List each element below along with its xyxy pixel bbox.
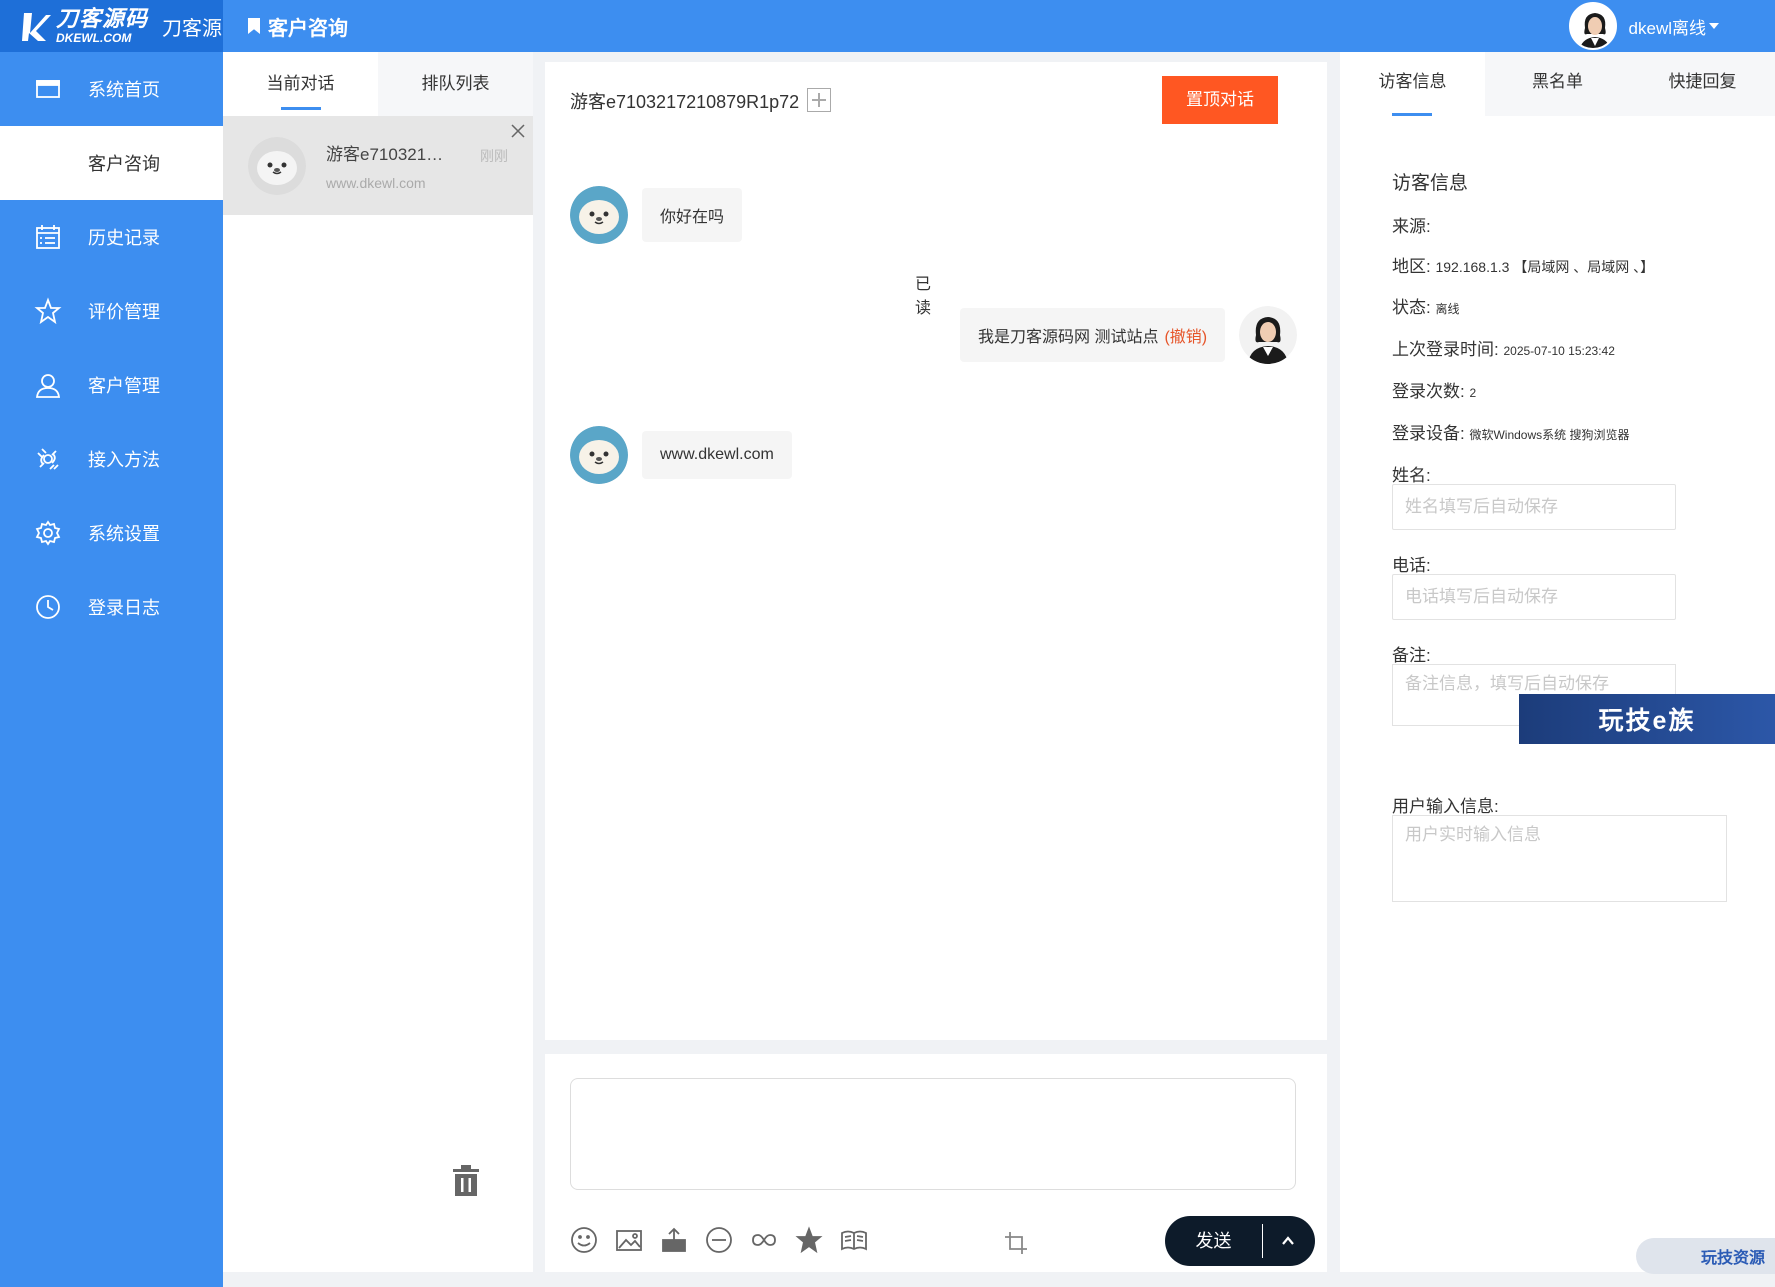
user-menu[interactable]: dkewl离线 <box>1568 0 1719 52</box>
pin-conversation-button[interactable]: 置顶对话 <box>1162 76 1278 124</box>
page-title: 客户咨询 <box>248 0 348 52</box>
visitor-info-panel: 访客信息 黑名单 快捷回复 访客信息 来源: 地区: 192.168.1.3 【… <box>1340 52 1775 1272</box>
watermark-corner: 玩技资源 <box>1636 1238 1775 1274</box>
last-login-row: 上次登录时间: 2025-07-10 15:23:42 <box>1392 340 1615 359</box>
message-bubble: 你好在吗 <box>642 188 743 242</box>
agent-avatar <box>1239 306 1298 364</box>
window-icon <box>34 75 62 103</box>
message-bubble: www.dkewl.com <box>642 431 792 479</box>
clock-icon <box>34 593 62 621</box>
block-icon[interactable] <box>705 1226 733 1254</box>
sidebar-item-integration[interactable]: 接入方法 <box>0 422 223 496</box>
emoji-icon[interactable] <box>570 1226 598 1254</box>
sidebar-item-consult[interactable]: 客户咨询 <box>0 126 223 200</box>
phone-field[interactable] <box>1392 574 1676 620</box>
user-icon <box>34 371 62 399</box>
message-bubble: 我是刀客源码网 测试站点 (撤销) <box>960 308 1226 362</box>
logo-brand: 刀客源 <box>162 17 223 40</box>
crop-icon[interactable] <box>1003 1230 1029 1256</box>
star-icon[interactable] <box>795 1226 823 1254</box>
tab-quick-reply[interactable]: 快捷回复 <box>1630 52 1775 116</box>
last-login-value: 2025-07-10 15:23:42 <box>1503 344 1615 358</box>
chevron-up-icon[interactable] <box>1263 1216 1313 1266</box>
name-field[interactable] <box>1392 484 1676 530</box>
gear-icon <box>34 519 62 547</box>
message-input[interactable] <box>570 1078 1296 1190</box>
visitor-avatar <box>570 186 628 244</box>
caret-down-icon <box>1709 23 1719 29</box>
send-group: 发送 <box>1165 1216 1315 1266</box>
message-visitor: www.dkewl.com <box>570 426 792 484</box>
conversation-site: www.dkewl.com <box>326 175 426 191</box>
info-tabs: 访客信息 黑名单 快捷回复 <box>1340 52 1775 116</box>
sidebar-item-history[interactable]: 历史记录 <box>0 200 223 274</box>
sidebar-item-customers[interactable]: 客户管理 <box>0 348 223 422</box>
image-icon[interactable] <box>615 1226 643 1254</box>
name-label: 姓名: <box>1392 466 1431 485</box>
star-icon <box>34 297 62 325</box>
chat-header: 游客e7103217210879R1p72 置顶对话 <box>545 62 1327 138</box>
close-icon[interactable] <box>509 122 527 140</box>
message-visitor: 你好在吗 <box>570 186 743 244</box>
tab-queue-list[interactable]: 排队列表 <box>378 52 533 116</box>
sidebar-item-settings[interactable]: 系统设置 <box>0 496 223 570</box>
sidebar-item-rating[interactable]: 评价管理 <box>0 274 223 348</box>
bookmark-icon <box>248 18 260 34</box>
login-count-row: 登录次数: 2 <box>1392 382 1477 401</box>
logo-cn: 刀客源码 <box>56 6 149 31</box>
section-title: 访客信息 <box>1392 173 1469 194</box>
chat-panel: 游客e7103217210879R1p72 置顶对话 你好在吗 已读 我是刀客源… <box>545 62 1327 1040</box>
status-value: 离线 <box>1435 302 1460 316</box>
status-row: 状态: 离线 <box>1392 298 1460 317</box>
device-value: 微软Windows系统 搜狗浏览器 <box>1469 428 1630 442</box>
logo[interactable]: 刀客源码 DKEWL.COM 刀客源 <box>0 0 223 52</box>
conversation-item[interactable]: 游客e710321… www.dkewl.com 刚刚 <box>223 116 533 215</box>
trash-icon[interactable] <box>451 1164 481 1198</box>
plug-icon <box>34 445 62 473</box>
link-icon[interactable] <box>750 1226 778 1254</box>
chat-title: 游客e7103217210879R1p72 <box>570 92 800 112</box>
sidebar-item-login-log[interactable]: 登录日志 <box>0 570 223 644</box>
login-count-value: 2 <box>1469 386 1477 400</box>
file-upload-icon[interactable] <box>660 1226 688 1254</box>
composer-toolbar <box>570 1226 885 1254</box>
note-label: 备注: <box>1392 646 1431 665</box>
tab-current-conversations[interactable]: 当前对话 <box>223 52 378 116</box>
logo-en: DKEWL.COM <box>56 31 132 45</box>
device-row: 登录设备: 微软Windows系统 搜狗浏览器 <box>1392 424 1630 443</box>
watermark-banner: 玩技e族 <box>1519 694 1775 744</box>
sidebar-item-home[interactable]: 系统首页 <box>0 52 223 126</box>
message-composer: 发送 <box>545 1054 1327 1272</box>
user-input-field <box>1392 815 1727 902</box>
conversation-panel: 当前对话 排队列表 游客e710321… www.dkewl.com 刚刚 <box>223 52 533 1272</box>
conversation-tabs: 当前对话 排队列表 <box>223 52 533 116</box>
visitor-avatar <box>248 136 306 195</box>
user-avatar <box>1568 2 1617 50</box>
source-row: 来源: <box>1392 217 1431 236</box>
revoke-link[interactable]: (撤销) <box>1164 329 1207 346</box>
user-input-label: 用户输入信息: <box>1392 797 1499 816</box>
username: dkewl离线 <box>1628 18 1706 38</box>
tab-visitor-info[interactable]: 访客信息 <box>1340 52 1485 116</box>
sidebar: 系统首页 客户咨询 历史记录 评价管理 客户管理 接入方法 系统设置 登录日志 <box>0 52 223 1287</box>
phone-label: 电话: <box>1392 556 1431 575</box>
region-value: 192.168.1.3 【局域网 、局域网 、】 <box>1435 259 1655 275</box>
send-button[interactable]: 发送 <box>1165 1224 1263 1258</box>
conversation-time: 刚刚 <box>480 148 508 164</box>
tab-blacklist[interactable]: 黑名单 <box>1485 52 1630 116</box>
add-icon[interactable] <box>807 88 831 112</box>
message-agent: 我是刀客源码网 测试站点 (撤销) <box>960 306 1298 364</box>
logo-mark-icon <box>20 9 52 43</box>
conversation-name: 游客e710321… <box>326 145 444 164</box>
region-row: 地区: 192.168.1.3 【局域网 、局域网 、】 <box>1392 257 1655 276</box>
read-status: 已读 <box>915 276 932 317</box>
book-icon[interactable] <box>840 1226 868 1254</box>
top-bar: 刀客源码 DKEWL.COM 刀客源 客户咨询 dkewl离线 <box>0 0 1775 52</box>
visitor-avatar <box>570 426 628 484</box>
calendar-list-icon <box>34 223 62 251</box>
